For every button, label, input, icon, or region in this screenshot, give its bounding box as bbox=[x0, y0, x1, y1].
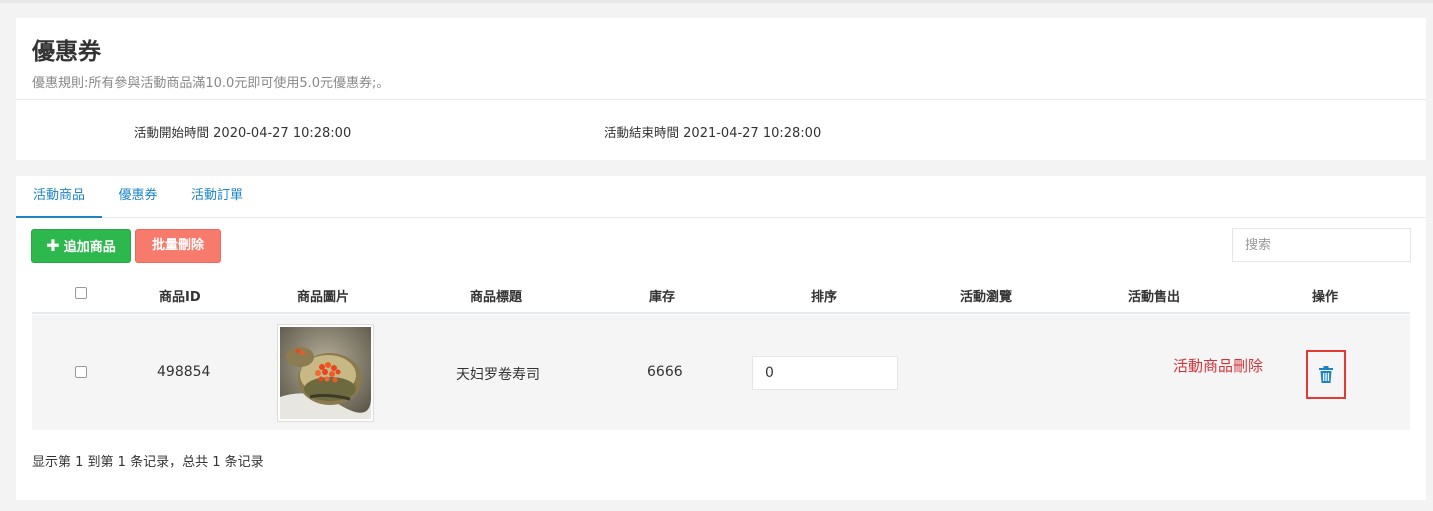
search-input[interactable] bbox=[1232, 228, 1411, 262]
delete-annotation-text: 活動商品刪除 bbox=[1173, 357, 1264, 375]
tab-bar: 活動商品 優惠券 活動訂單 bbox=[16, 176, 1426, 218]
end-time-label: 活動結束時間 bbox=[604, 125, 680, 140]
table-header: 商品ID 商品圖片 商品標題 庫存 排序 活動瀏覽 活動售出 操作 bbox=[32, 276, 1410, 314]
select-all-checkbox[interactable] bbox=[75, 287, 87, 299]
start-time: 活動開始時間 2020-04-27 10:28:00 bbox=[134, 122, 351, 141]
tab-activity-orders[interactable]: 活動訂單 bbox=[188, 176, 246, 218]
tab-coupons[interactable]: 優惠券 bbox=[116, 176, 160, 218]
product-title: 天妇罗卷寿司 bbox=[456, 367, 540, 383]
pagination-summary: 显示第 1 到第 1 条记录，总共 1 条记录 bbox=[32, 455, 264, 470]
col-sort: 排序 bbox=[811, 290, 838, 305]
page-title: 優惠券 bbox=[32, 39, 101, 65]
add-product-label: 追加商品 bbox=[63, 240, 116, 255]
product-id: 498854 bbox=[157, 364, 211, 380]
top-border bbox=[0, 0, 1433, 3]
col-product-title: 商品標題 bbox=[470, 290, 523, 305]
start-time-label: 活動開始時間 bbox=[134, 125, 210, 140]
col-product-image: 商品圖片 bbox=[297, 290, 350, 305]
tab-activity-products[interactable]: 活動商品 bbox=[16, 176, 102, 218]
table-row: 498854 天妇罗卷寿司 6666 0 活動商品刪除 bbox=[32, 315, 1410, 430]
end-time-value: 2021-04-27 10:28:00 bbox=[683, 126, 822, 141]
col-stock: 庫存 bbox=[649, 290, 676, 305]
sushi-roll-photo bbox=[280, 327, 371, 419]
start-time-value: 2020-04-27 10:28:00 bbox=[213, 126, 352, 141]
row-checkbox[interactable] bbox=[75, 366, 87, 378]
divider bbox=[16, 99, 1426, 100]
product-stock: 6666 bbox=[647, 364, 683, 380]
add-product-button[interactable]: ✚ 追加商品 bbox=[31, 229, 131, 263]
col-activity-sold: 活動售出 bbox=[1128, 290, 1181, 305]
coupon-rule-text: 優惠規則:所有參與活動商品滿10.0元即可使用5.0元優惠券;。 bbox=[32, 76, 390, 91]
sort-order-input[interactable] bbox=[752, 356, 898, 390]
col-product-id: 商品ID bbox=[159, 290, 201, 305]
trash-icon bbox=[1319, 366, 1333, 383]
product-image bbox=[277, 324, 374, 422]
col-actions: 操作 bbox=[1312, 290, 1339, 305]
coupon-info-card: 優惠券 優惠規則:所有參與活動商品滿10.0元即可使用5.0元優惠券;。 活動開… bbox=[16, 18, 1426, 160]
activity-products-panel: 活動商品 優惠券 活動訂單 ✚追加商品 批量刪除 商品ID 商品圖片 商品標題 … bbox=[16, 176, 1426, 500]
delete-product-button[interactable] bbox=[1306, 350, 1346, 399]
batch-delete-button[interactable]: 批量刪除 bbox=[135, 229, 221, 263]
end-time: 活動結束時間 2021-04-27 10:28:00 bbox=[604, 122, 821, 141]
col-activity-views: 活動瀏覽 bbox=[960, 290, 1013, 305]
plus-icon: ✚ bbox=[46, 236, 60, 255]
